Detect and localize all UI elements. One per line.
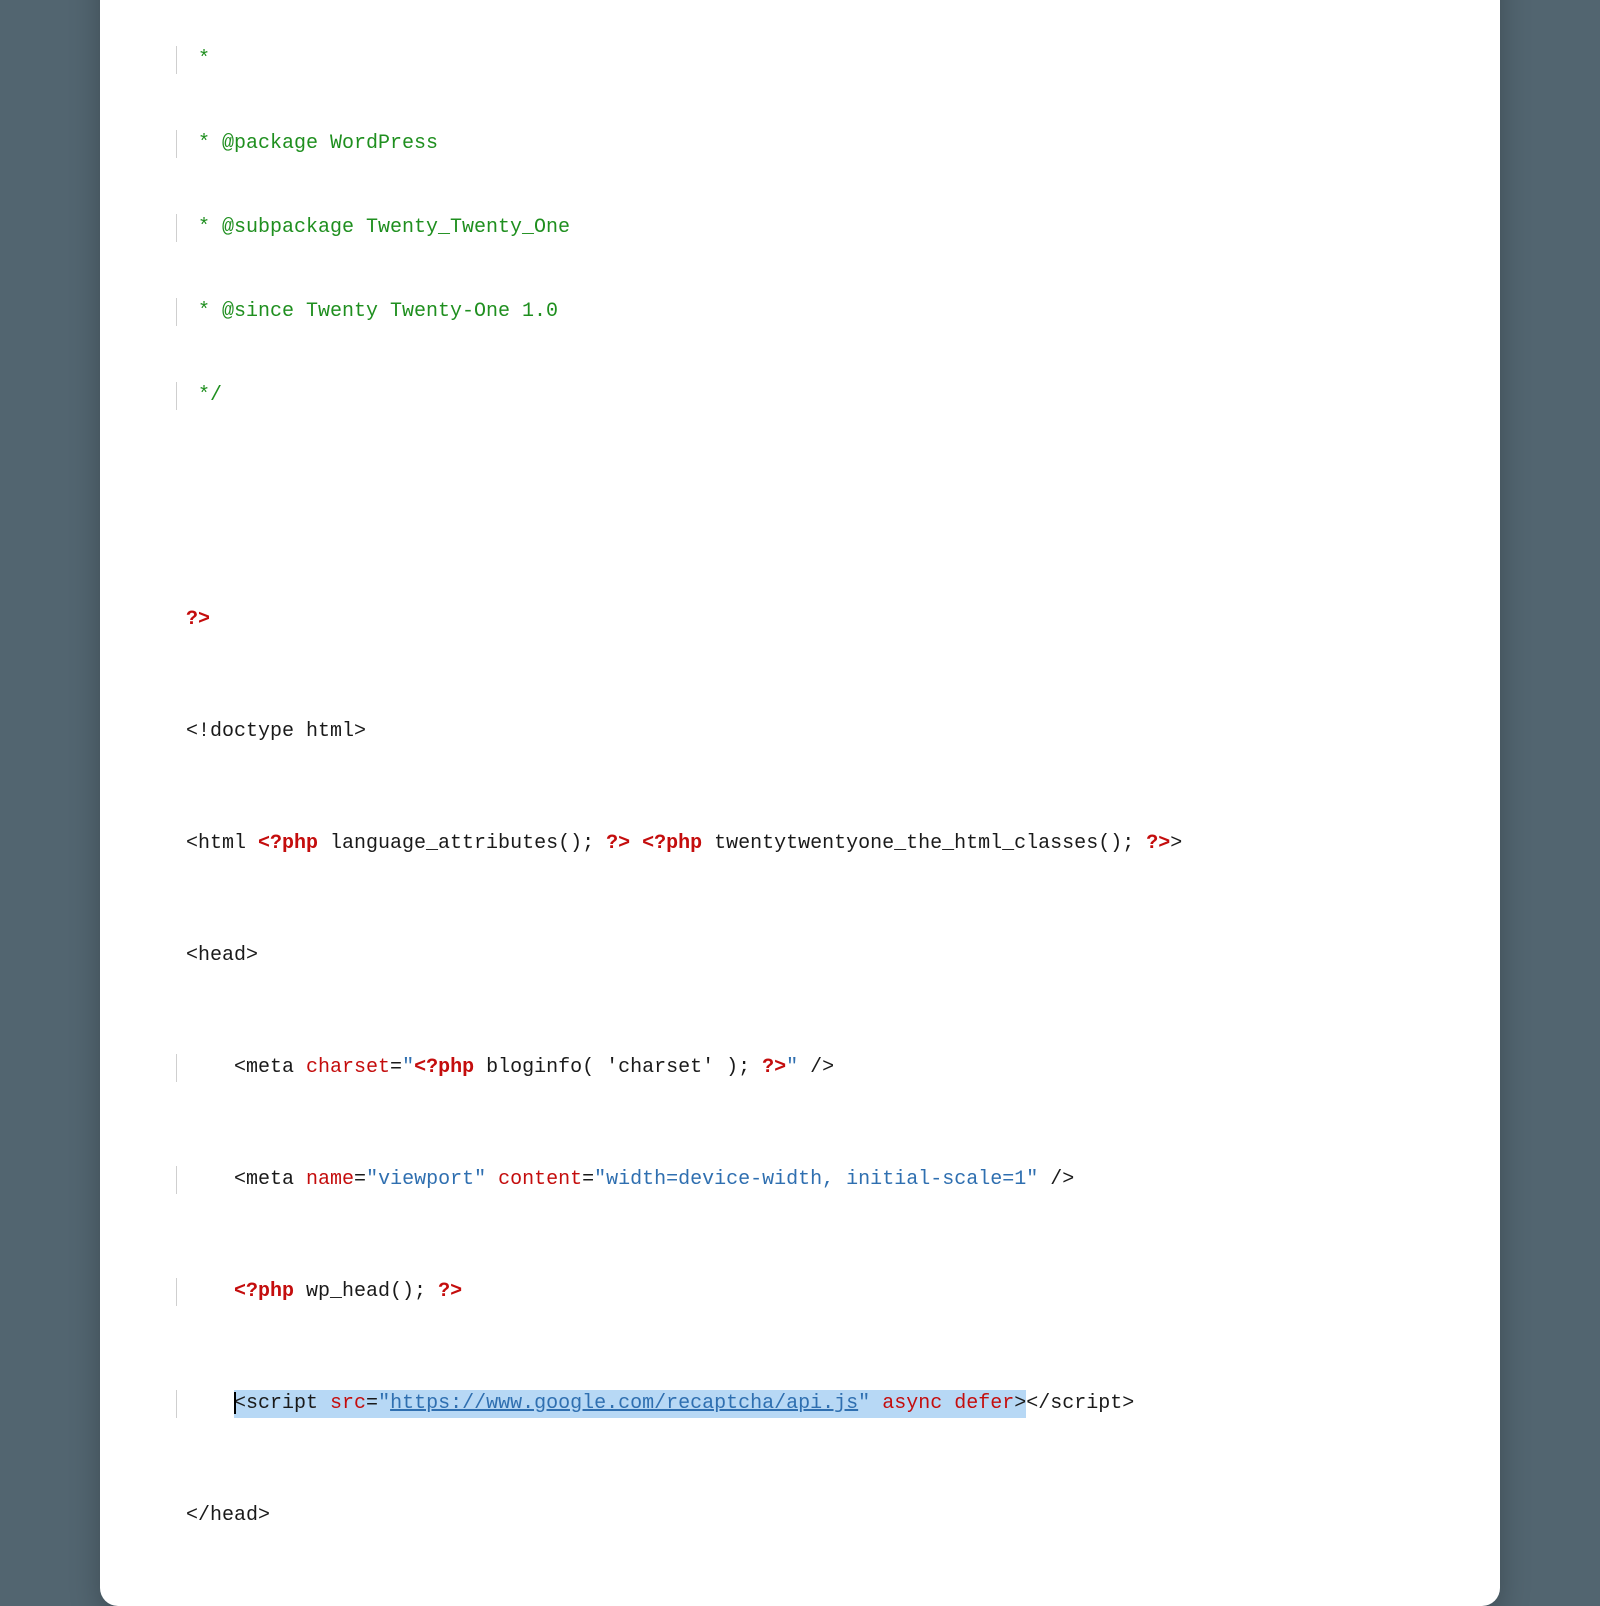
code-line[interactable]: <!doctype html> xyxy=(176,718,1476,746)
code-line[interactable]: * @package WordPress xyxy=(176,130,1476,158)
attr-value-url: https://www.google.com/recaptcha/api.js xyxy=(390,1392,858,1415)
line-number-gutter: 1 2 3 4 5 6 7 8 9 10 11 12 13 14 15 16 1… xyxy=(100,0,176,1586)
head-close-tag: </head> xyxy=(186,1502,270,1530)
text-selection: <script src="https://www.google.com/reca… xyxy=(234,1390,1026,1418)
attr-boolean: async xyxy=(882,1392,942,1415)
attr-value: "viewport" xyxy=(366,1166,486,1194)
head-open-tag: <head> xyxy=(186,942,258,970)
attr-name: content xyxy=(498,1166,582,1194)
comment: * @package WordPress xyxy=(186,130,438,158)
meta-tag: <meta xyxy=(186,1166,306,1194)
code-line[interactable]: <script src="https://www.google.com/reca… xyxy=(176,1390,1476,1418)
php-close-inline: ?> xyxy=(606,830,630,858)
quote: " xyxy=(378,1392,390,1415)
code-line[interactable]: ?> xyxy=(176,606,1476,634)
script-close-tag: </script> xyxy=(1026,1390,1134,1418)
attr-value: "width=device-width, initial-scale=1" xyxy=(594,1166,1038,1194)
indent-guide xyxy=(176,1278,177,1306)
code-line[interactable]: * @since Twenty Twenty-One 1.0 xyxy=(176,298,1476,326)
quote: " xyxy=(786,1054,798,1082)
code-line[interactable]: * xyxy=(176,46,1476,74)
code-line[interactable]: */ xyxy=(176,382,1476,410)
comment: * @subpackage Twenty_Twenty_One xyxy=(186,214,570,242)
code-editor-card: 1 2 3 4 5 6 7 8 9 10 11 12 13 14 15 16 1… xyxy=(100,0,1500,1606)
text-cursor xyxy=(234,1392,236,1414)
indent-guide xyxy=(176,214,177,242)
indent-guide xyxy=(176,382,177,410)
equals: = xyxy=(582,1166,594,1194)
equals: = xyxy=(354,1166,366,1194)
equals: = xyxy=(366,1392,378,1415)
php-open-inline: <?php xyxy=(258,830,318,858)
indent xyxy=(186,1390,234,1418)
indent-guide xyxy=(176,1054,177,1082)
code-line[interactable]: <meta name="viewport" content="width=dev… xyxy=(176,1166,1476,1194)
php-open-inline: <?php xyxy=(642,830,702,858)
quote: " xyxy=(858,1392,870,1415)
attr-name: name xyxy=(306,1166,354,1194)
space xyxy=(630,830,642,858)
php-close-inline: ?> xyxy=(762,1054,786,1082)
code-area[interactable]: 1 2 3 4 5 6 7 8 9 10 11 12 13 14 15 16 1… xyxy=(100,0,1476,1586)
space xyxy=(942,1392,954,1415)
code-line[interactable]: * @subpackage Twenty_Twenty_One xyxy=(176,214,1476,242)
comment: */ xyxy=(186,382,222,410)
php-open-inline: <?php xyxy=(414,1054,474,1082)
space xyxy=(870,1392,882,1415)
space xyxy=(486,1166,498,1194)
php-call: wp_head(); xyxy=(294,1278,438,1306)
php-close-tag: ?> xyxy=(186,606,210,634)
php-close-inline: ?> xyxy=(1146,830,1170,858)
equals: = xyxy=(390,1054,402,1082)
quote: " xyxy=(402,1054,414,1082)
code-lines[interactable]: <?php /** * The header. * * This is the … xyxy=(176,0,1476,1586)
php-call: language_attributes(); xyxy=(318,830,606,858)
comment: * xyxy=(186,46,210,74)
script-open-tag: <script xyxy=(234,1392,330,1415)
attr-name: charset xyxy=(306,1054,390,1082)
attr-name: src xyxy=(330,1392,366,1415)
indent-guide xyxy=(176,1390,177,1418)
tag-gt: > xyxy=(1014,1392,1026,1415)
attr-boolean: defer xyxy=(954,1392,1014,1415)
php-call: bloginfo( 'charset' ); xyxy=(474,1054,762,1082)
indent-guide xyxy=(176,130,177,158)
indent-guide xyxy=(176,298,177,326)
indent xyxy=(186,1278,234,1306)
code-line[interactable]: <head> xyxy=(176,942,1476,970)
code-line[interactable]: <?php wp_head(); ?> xyxy=(176,1278,1476,1306)
tag-end: /> xyxy=(1038,1166,1074,1194)
code-line[interactable]: </head> xyxy=(176,1502,1476,1530)
php-call: twentytwentyone_the_html_classes(); xyxy=(702,830,1146,858)
tag-end: > xyxy=(1170,830,1182,858)
html-tag: <html xyxy=(186,830,258,858)
indent-guide xyxy=(176,1166,177,1194)
comment: * @since Twenty Twenty-One 1.0 xyxy=(186,298,558,326)
tag-end: /> xyxy=(798,1054,834,1082)
meta-tag: <meta xyxy=(186,1054,306,1082)
indent-guide xyxy=(176,46,177,74)
code-line[interactable] xyxy=(176,494,1476,522)
php-open-inline: <?php xyxy=(234,1278,294,1306)
code-line[interactable]: <meta charset="<?php bloginfo( 'charset'… xyxy=(176,1054,1476,1082)
doctype: <!doctype html> xyxy=(186,718,366,746)
php-close-inline: ?> xyxy=(438,1278,462,1306)
code-line[interactable]: <html <?php language_attributes(); ?> <?… xyxy=(176,830,1476,858)
